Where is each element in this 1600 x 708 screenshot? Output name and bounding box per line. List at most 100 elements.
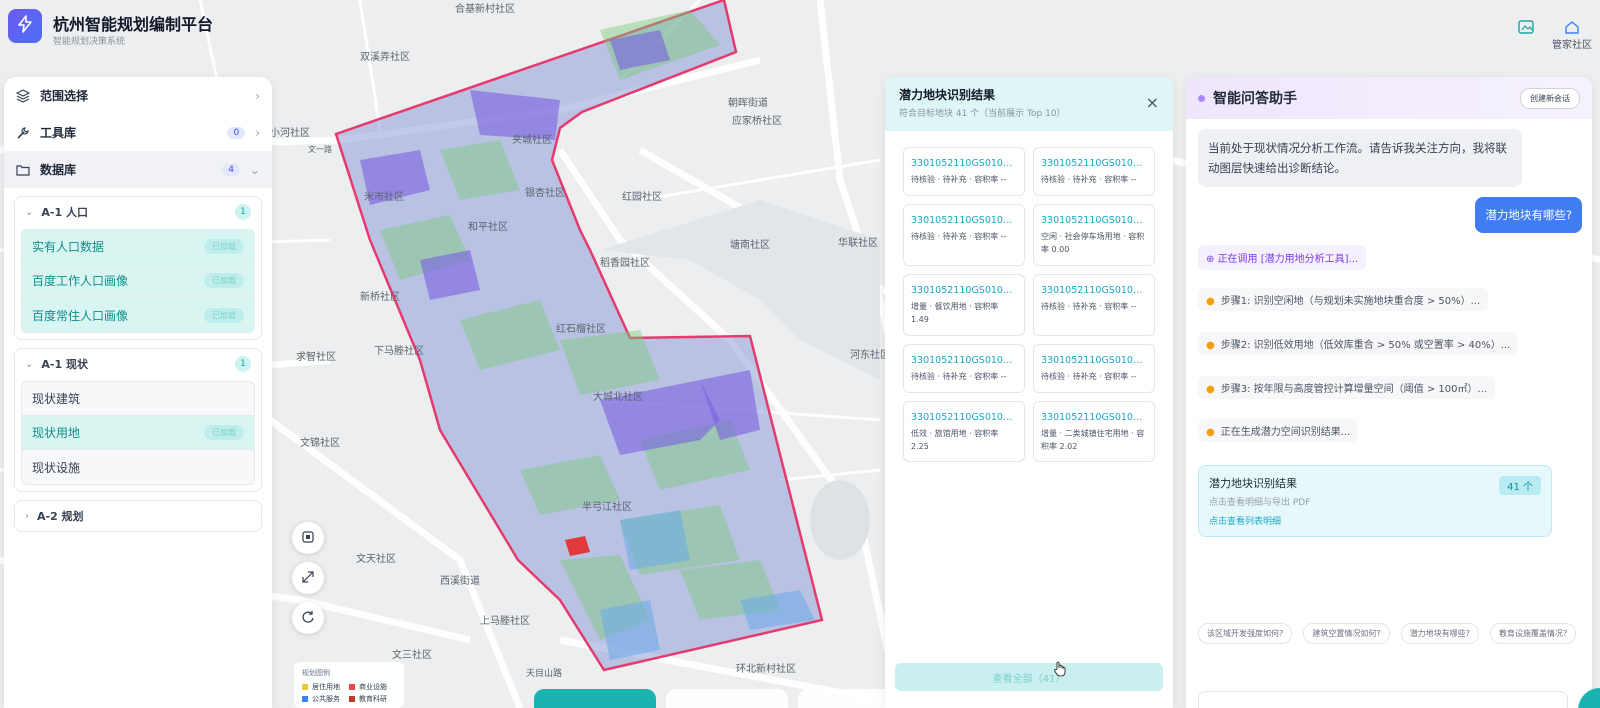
parcel-code: 3301052110GS010000... xyxy=(911,158,1017,169)
suggestion-chips: 该区域开发强度如何? 建筑空置情况如何? 潜力地块有哪些? 教育设施覆盖情况? xyxy=(1198,621,1588,650)
item-label: 百度工作人口画像 xyxy=(32,274,129,288)
map-label: 天目山路 xyxy=(526,667,562,679)
legend-label: 居住用地 xyxy=(312,683,340,691)
legend-label: 教育科研 xyxy=(359,695,387,703)
parcel-code: 3301052110GS010000... xyxy=(1041,284,1147,296)
app-title: 杭州智能规划编制平台 xyxy=(53,15,214,34)
parcel-code: 3301052110GS010000... xyxy=(911,284,1017,296)
map-label: 稻香园社区 xyxy=(600,256,650,269)
chevron-down-icon: ⌄ xyxy=(25,358,34,370)
loaded-tag: 已加载 xyxy=(204,273,244,288)
home-icon[interactable] xyxy=(1562,18,1582,36)
data-item[interactable]: 百度常住人口画像 已加载 xyxy=(22,298,254,332)
map-label: 华联社区 xyxy=(838,236,878,249)
wrench-icon xyxy=(16,126,30,140)
bullet-icon: ● xyxy=(1206,384,1215,395)
map-legend: 规划图例 居住用地 商业设施 公共服务 教育科研 xyxy=(294,662,404,708)
result-summary-card[interactable]: 潜力地块识别结果 点击查看明细与导出 PDF 点击查看列表明细 41 个 xyxy=(1198,465,1552,537)
new-chat-button[interactable]: 创建新会话 xyxy=(1520,87,1580,109)
results-header: 潜力地块识别结果 符合目标地块 41 个（当前展示 Top 10） × xyxy=(885,77,1173,131)
parcel-desc: 低效 · 旅馆用地 · 容积率 2.25 xyxy=(911,428,999,451)
reset-button[interactable] xyxy=(292,602,324,634)
data-item[interactable]: 现状设施 xyxy=(22,450,254,484)
parcel-card[interactable]: 3301052110GS010000... 待核验 · 待补充 · 容积率 -- xyxy=(903,147,1025,196)
nav-database[interactable]: 数据库 4 ⌄ xyxy=(4,151,272,188)
group-title: A-1 现状 xyxy=(41,358,88,371)
chevron-right-icon: › xyxy=(255,88,260,103)
target-icon xyxy=(301,529,315,548)
group-header[interactable]: › A-2 规划 xyxy=(15,501,261,531)
step-item: ● 步骤3: 按年限与高度管控计算增量空间（阈值 > 100㎡）... xyxy=(1198,376,1496,399)
locate-button[interactable] xyxy=(292,522,324,554)
close-icon[interactable]: × xyxy=(1146,93,1159,112)
parcel-card[interactable]: 3301052110GS010000... 低效 · 旅馆用地 · 容积率 2.2… xyxy=(903,400,1025,463)
map-label: 银杏社区 xyxy=(525,186,565,199)
parcel-card[interactable]: 3301052110GS010000... 待核验 · 待补充 · 容积率 -- xyxy=(903,343,1025,393)
parcel-desc: 空闲 · 社会停车场用地 · 容积率 0.00 xyxy=(1041,232,1145,254)
chevron-right-icon: › xyxy=(25,510,29,522)
parcel-desc: 待核验 · 待补充 · 容积率 -- xyxy=(911,232,1007,242)
fullscreen-button[interactable] xyxy=(292,562,324,594)
workflow-tab[interactable] xyxy=(666,689,788,708)
legend-label: 公共服务 xyxy=(312,695,340,703)
nav-scope-select[interactable]: 范围选择 › xyxy=(4,77,272,114)
assistant-message: 当前处于现状情况分析工作流。请告诉我关注方向，我将联动图层快速给出诊断结论。 xyxy=(1198,129,1522,188)
result-list-link[interactable]: 点击查看列表明细 xyxy=(1209,514,1541,527)
parcel-card[interactable]: 3301052110GS010000... 待核验 · 待补充 · 容积率 -- xyxy=(1033,147,1155,196)
tool-call-status: ⊕ 正在调用 [潜力用地分析工具]... xyxy=(1198,245,1367,270)
chevron-right-icon: › xyxy=(255,125,260,140)
group-current-status: ⌄ A-1 现状 1 现状建筑 现状用地 已加载 现状设施 xyxy=(14,348,262,492)
legend-swatch xyxy=(349,696,355,702)
image-icon[interactable] xyxy=(1516,18,1536,36)
folder-icon xyxy=(16,163,30,177)
map-label: 红石榴社区 xyxy=(556,322,606,335)
item-label: 现状设施 xyxy=(32,460,81,475)
suggestion-chip[interactable]: 建筑空置情况如何? xyxy=(1303,623,1390,644)
parcel-card[interactable]: 3301052110GS010000... 空闲 · 社会停车场用地 · 容积率 … xyxy=(1033,203,1155,266)
parcel-card[interactable]: 3301052110GS010000... 待核验 · 待补充 · 容积率 -- xyxy=(903,203,1025,266)
chat-input[interactable] xyxy=(1198,691,1568,708)
suggestion-chip[interactable]: 该区域开发强度如何? xyxy=(1198,623,1293,644)
parcel-card[interactable]: 3301052110GS010000... 增量 · 餐饮用地 · 容积率 1.4… xyxy=(903,273,1025,336)
bolt-icon xyxy=(16,15,34,37)
data-item[interactable]: 现状用地 已加载 xyxy=(22,416,254,450)
item-label: 现状用地 xyxy=(32,426,81,440)
legend-swatch xyxy=(302,684,308,690)
map-label: 朝晖街道 xyxy=(728,96,768,109)
view-all-button[interactable]: 查看全部（41） xyxy=(895,663,1163,691)
app-subtitle: 智能规划决策系统 xyxy=(53,37,126,47)
parcel-desc: 增量 · 二类城镇住宅用地 · 容积率 2.02 xyxy=(1041,428,1145,451)
step-item: ● 步骤2: 识别低效用地（低效库重合 > 50% 或空置率 > 40%）... xyxy=(1198,332,1519,355)
map-label: 上马塍社区 xyxy=(480,614,530,627)
suggestion-chip[interactable]: 教育设施覆盖情况? xyxy=(1490,623,1577,644)
map-label: 大城北社区 xyxy=(593,390,643,403)
group-header[interactable]: ⌄ A-1 现状 1 xyxy=(15,349,261,379)
step-item: ● 步骤1: 识别空闲地（与规划未实施地块重合度 > 50%）... xyxy=(1198,288,1489,311)
data-item[interactable]: 现状建筑 xyxy=(22,382,254,416)
nav-label: 工具库 xyxy=(40,126,77,140)
group-count: 1 xyxy=(235,356,251,372)
workflow-tab[interactable] xyxy=(534,689,656,708)
parcel-card[interactable]: 3301052110GS010000... 待核验 · 待补充 · 容积率 -- xyxy=(1033,273,1155,336)
nav-label: 数据库 xyxy=(40,163,77,177)
map-label: 合基新村社区 xyxy=(455,2,515,15)
data-item[interactable]: 百度工作人口画像 已加载 xyxy=(22,264,254,298)
data-item[interactable]: 实有人口数据 已加载 xyxy=(22,230,254,264)
app-logo[interactable] xyxy=(8,9,42,43)
parcel-card[interactable]: 3301052110GS010000... 增量 · 二类城镇住宅用地 · 容积率… xyxy=(1033,400,1155,463)
map-label: 西溪街道 xyxy=(440,574,480,587)
suggestion-chip[interactable]: 潜力地块有哪些? xyxy=(1400,623,1479,644)
nav-tool-library[interactable]: 工具库 0 › xyxy=(4,114,272,151)
parcel-desc: 待核验 · 待补充 · 容积率 -- xyxy=(911,175,1007,185)
group-title: A-2 规划 xyxy=(37,510,84,523)
map-label: 河东社区 xyxy=(850,348,890,361)
step-text: 步骤1: 识别空闲地（与规划未实施地块重合度 > 50%）... xyxy=(1220,296,1481,307)
result-count-badge: 41 个 xyxy=(1499,476,1541,495)
nav-badge: 0 xyxy=(227,126,246,139)
group-population: ⌄ A-1 人口 1 实有人口数据 已加载 百度工作人口画像 已加载 百度常住人口画… xyxy=(14,196,262,340)
results-panel: 潜力地块识别结果 符合目标地块 41 个（当前展示 Top 10） × 3301… xyxy=(885,77,1173,708)
group-header[interactable]: ⌄ A-1 人口 1 xyxy=(15,197,261,227)
chevron-down-icon: ⌄ xyxy=(25,206,34,218)
parcel-card[interactable]: 3301052110GS010000... 待核验 · 待补充 · 容积率 -- xyxy=(1033,343,1155,393)
group-title: A-1 人口 xyxy=(41,206,88,219)
